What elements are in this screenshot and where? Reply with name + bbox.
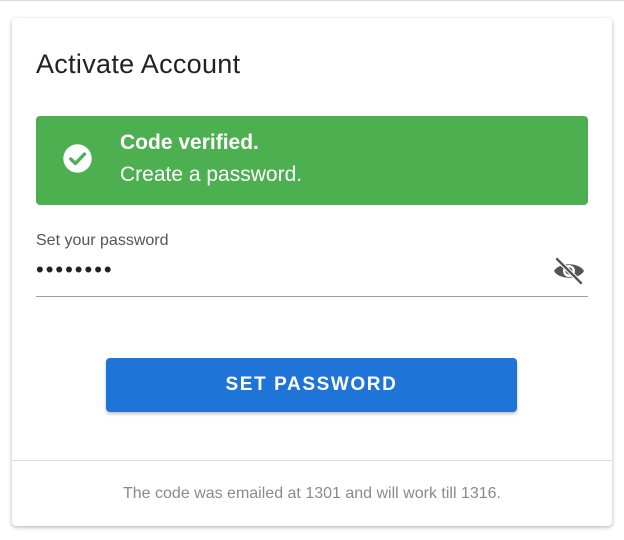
password-underline [36, 296, 588, 297]
top-divider [0, 0, 624, 1]
alert-title: Code verified. [120, 131, 259, 154]
alert-message: Create a password. [120, 163, 303, 186]
eye-off-icon[interactable] [552, 256, 586, 286]
check-circle-icon [63, 144, 92, 173]
footer-divider [12, 460, 612, 461]
password-input[interactable] [36, 258, 536, 282]
footer-note: The code was emailed at 1301 and will wo… [123, 485, 501, 502]
activate-account-card: Activate Account Code verified. Create a… [12, 18, 612, 526]
password-label: Set your password [36, 232, 169, 249]
success-alert: Code verified. Create a password. [36, 116, 588, 205]
card-title: Activate Account [36, 49, 241, 79]
set-password-button[interactable]: SET PASSWORD [106, 358, 517, 412]
